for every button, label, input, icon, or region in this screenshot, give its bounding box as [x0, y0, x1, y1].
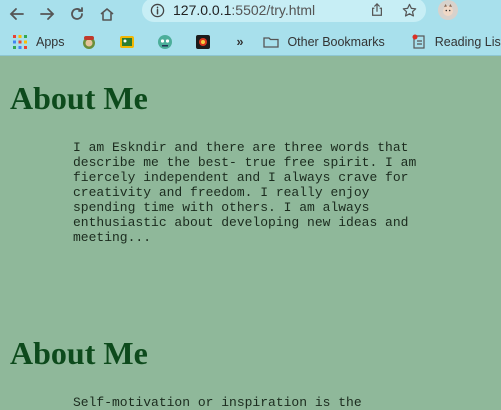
section-paragraph: I am Eskndir and there are three words t…	[73, 140, 417, 245]
url-path: :5502/try.html	[231, 2, 316, 18]
address-bar[interactable]: 127.0.0.1:5502/try.html	[142, 0, 426, 22]
section-heading: About Me	[10, 80, 148, 116]
share-icon	[372, 3, 382, 16]
character-favicon-icon	[82, 35, 95, 49]
bookmarks-bar: Apps » Other Bookmarks Reading List	[0, 28, 501, 56]
info-icon	[150, 3, 165, 17]
share-button[interactable]	[368, 1, 386, 19]
forward-button[interactable]	[36, 3, 58, 25]
bookmarks-overflow-button[interactable]: »	[237, 35, 244, 49]
url-text: 127.0.0.1:5502/try.html	[173, 2, 362, 18]
dark-favicon-icon	[195, 34, 210, 49]
back-arrow-icon	[9, 8, 24, 20]
bookmark-reading-label: Reading List	[434, 34, 501, 49]
home-icon	[100, 8, 114, 21]
bookmark-other-folder[interactable]: Other Bookmarks	[263, 34, 385, 50]
url-host: 127.0.0.1	[173, 2, 232, 18]
bookmark-favicon-4[interactable]	[195, 34, 219, 50]
reload-button[interactable]	[66, 3, 88, 25]
bookmark-favicon-1[interactable]	[81, 34, 105, 50]
bookmark-reading-list[interactable]: Reading List	[411, 34, 501, 50]
bookmark-apps[interactable]: Apps	[12, 34, 65, 50]
overflow-label: »	[236, 34, 244, 49]
bookmark-favicon-2[interactable]	[119, 34, 143, 50]
forward-arrow-icon	[40, 8, 55, 20]
back-button[interactable]	[6, 3, 28, 25]
page-content: About Me I am Eskndir and there are thre…	[0, 58, 501, 410]
browser-toolbar: 127.0.0.1:5502/try.html	[0, 0, 501, 28]
star-icon	[402, 3, 416, 17]
reload-icon	[71, 7, 83, 20]
section-heading: About Me	[10, 335, 148, 371]
robot-favicon-icon	[157, 34, 172, 49]
reading-list-icon	[412, 34, 425, 49]
home-button[interactable]	[96, 3, 118, 25]
bookmark-other-label: Other Bookmarks	[287, 34, 385, 49]
bookmark-favicon-3[interactable]	[157, 34, 181, 50]
apps-grid-icon	[13, 34, 27, 49]
bookmark-apps-label: Apps	[36, 34, 65, 49]
bookmark-star-button[interactable]	[400, 1, 418, 19]
folder-icon	[263, 36, 280, 48]
photo-favicon-icon	[119, 35, 134, 48]
avatar-icon	[443, 4, 453, 16]
profile-avatar[interactable]	[438, 0, 458, 20]
browser-chrome: 127.0.0.1:5502/try.html Apps » Other Boo…	[0, 0, 501, 56]
